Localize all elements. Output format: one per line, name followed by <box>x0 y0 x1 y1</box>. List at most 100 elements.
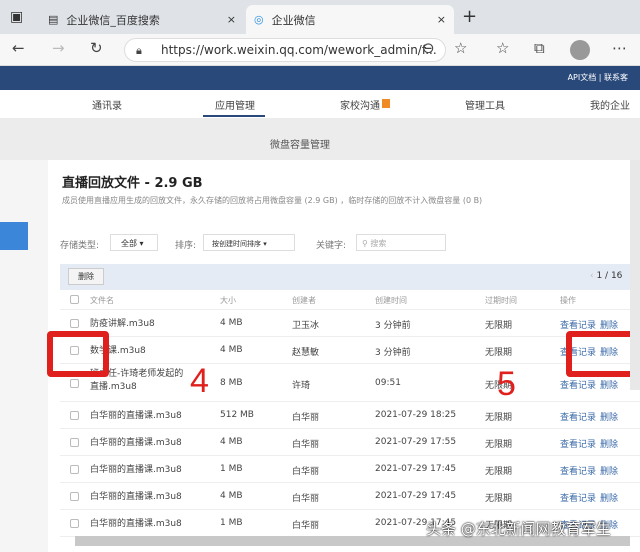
keyword-label: 关键字: <box>316 241 347 251</box>
new-tab-button[interactable]: + <box>462 6 477 27</box>
type-value: 全部 <box>121 239 137 248</box>
url-input[interactable]: https://work.weixin.qq.com/wework_admin/… <box>124 38 446 62</box>
delete-link[interactable]: 删除 <box>600 464 618 477</box>
sidebar-item-active[interactable] <box>0 222 28 250</box>
table-toolbar: 删除 ‹ 1 / 16 <box>60 264 640 290</box>
zoom-icon[interactable]: ⊖ <box>422 39 435 57</box>
column-header: 大小 <box>220 296 236 305</box>
creator: 白华丽 <box>292 413 320 423</box>
page-description: 成员使用直播应用生成的回放文件，永久存储的回放将占用微盘容量 (2.9 GB) … <box>62 196 483 205</box>
view-record-link[interactable]: 查看记录 <box>560 437 596 450</box>
created-time: 09:51 <box>375 377 401 388</box>
created-time: 3 分钟前 <box>375 348 411 358</box>
file-name: 白华丽的直播课.m3u8 <box>90 438 182 448</box>
table-row: 数学课.m3u8 4 MB 赵慧敏 3 分钟前 无限期 查看记录 删除 <box>60 337 640 364</box>
tab-title: 企业微信_百度搜索 <box>66 13 160 27</box>
delete-link[interactable]: 删除 <box>600 437 618 450</box>
nav-company[interactable]: 我的企业 <box>590 97 630 112</box>
nav-apps[interactable]: 应用管理 <box>215 97 255 112</box>
avatar[interactable] <box>570 40 590 60</box>
forward-icon[interactable]: → <box>52 39 65 57</box>
view-record-link[interactable]: 查看记录 <box>560 491 596 504</box>
type-select[interactable]: 全部 ▾ <box>110 234 158 251</box>
tab-wework[interactable]: ◎ 企业微信 × <box>246 5 454 34</box>
view-record-link[interactable]: 查看记录 <box>560 378 596 391</box>
creator: 赵慧敏 <box>292 348 320 358</box>
main-nav: 通讯录 应用管理 家校沟通 管理工具 我的企业 <box>0 90 640 118</box>
delete-link[interactable]: 删除 <box>600 410 618 423</box>
row-checkbox[interactable] <box>70 465 79 474</box>
header-links[interactable]: API文档 | 联系客 <box>568 73 628 82</box>
collections-icon[interactable]: ⧉ <box>534 39 545 57</box>
tab-title: 企业微信 <box>271 13 316 27</box>
expire-time: 无限期 <box>485 494 513 504</box>
table-row: 白华丽的直播课.m3u8 4 MB 白华丽 2021-07-29 17:45 无… <box>60 483 640 510</box>
creator: 许琦 <box>292 380 311 391</box>
delete-link[interactable]: 删除 <box>600 378 618 391</box>
column-header: 过期时间 <box>485 296 517 305</box>
vertical-scrollbar[interactable] <box>630 160 640 390</box>
row-checkbox[interactable] <box>70 519 79 528</box>
row-checkbox[interactable] <box>70 438 79 447</box>
table-row: 班主任-许琦老师发起的直播.m3u8 8 MB 许琦 09:51 无限期 查看记… <box>60 364 640 402</box>
row-checkbox[interactable] <box>70 378 79 388</box>
favorites-icon[interactable]: ☆ <box>496 39 509 57</box>
expire-time: 无限期 <box>485 321 513 331</box>
tab-baidu[interactable]: ▤ 企业微信_百度搜索 × <box>40 5 244 34</box>
highlight-box-actions <box>566 331 640 377</box>
annotation-5: 5 <box>497 365 516 403</box>
page-icon: ▤ <box>48 13 59 26</box>
expire-time: 无限期 <box>485 348 513 358</box>
table-row: 白华丽的直播课.m3u8 4 MB 白华丽 2021-07-29 17:55 无… <box>60 429 640 456</box>
file-name: 白华丽的直播课.m3u8 <box>90 465 182 475</box>
file-name: 防疫讲解.m3u8 <box>90 319 155 329</box>
batch-delete-button[interactable]: 删除 <box>68 268 104 285</box>
nav-tools[interactable]: 管理工具 <box>465 97 505 112</box>
view-record-link[interactable]: 查看记录 <box>560 410 596 423</box>
section-title: 微盘容量管理 <box>270 140 330 151</box>
expire-time: 无限期 <box>485 413 513 423</box>
top-header: API文档 | 联系客 <box>0 66 640 90</box>
creator: 白华丽 <box>292 494 320 504</box>
select-all-checkbox[interactable] <box>70 295 79 304</box>
file-size: 8 MB <box>220 377 243 388</box>
file-size: 4 MB <box>220 318 243 328</box>
sort-value: 按创建时间排序 <box>212 240 261 248</box>
creator: 卫玉冰 <box>292 321 320 331</box>
nav-school[interactable]: 家校沟通 <box>340 97 380 112</box>
more-icon[interactable]: ⋯ <box>612 39 627 57</box>
table-row: 防疫讲解.m3u8 4 MB 卫玉冰 3 分钟前 无限期 查看记录 删除 <box>60 310 640 337</box>
table-header: 文件名 大小 创建者 创建时间 过期时间 操作 <box>60 290 640 310</box>
highlight-box-checkbox <box>47 331 109 377</box>
refresh-icon[interactable]: ↻ <box>90 39 103 57</box>
file-size: 4 MB <box>220 437 243 447</box>
search-input[interactable]: ⚲ 搜索 <box>356 234 446 251</box>
favorite-add-icon[interactable]: ☆ <box>454 39 467 57</box>
delete-link[interactable]: 删除 <box>600 318 618 331</box>
search-placeholder: 搜索 <box>370 239 387 248</box>
column-header: 文件名 <box>90 296 114 305</box>
file-name: 白华丽的直播课.m3u8 <box>90 411 182 421</box>
lock-icon[interactable]: 🔒︎ <box>136 44 142 58</box>
creator: 白华丽 <box>292 521 320 531</box>
created-time: 2021-07-29 17:45 <box>375 491 457 501</box>
back-icon[interactable]: ← <box>12 39 25 57</box>
watermark: 头条 @东北新闻网教育军生 <box>426 520 611 538</box>
row-checkbox[interactable] <box>70 411 79 420</box>
row-checkbox[interactable] <box>70 492 79 501</box>
tab-bar: ▣ ▤ 企业微信_百度搜索 × ◎ 企业微信 × + <box>0 0 640 34</box>
tab-actions-icon[interactable]: ▣ <box>10 9 23 25</box>
nav-contacts[interactable]: 通讯录 <box>92 97 122 112</box>
column-header: 创建时间 <box>375 296 407 305</box>
sort-select[interactable]: 按创建时间排序 ▾ <box>203 234 295 251</box>
close-tab-icon[interactable]: × <box>227 13 236 26</box>
row-checkbox[interactable] <box>70 319 79 328</box>
view-record-link[interactable]: 查看记录 <box>560 318 596 331</box>
delete-link[interactable]: 删除 <box>600 491 618 504</box>
file-name: 白华丽的直播课.m3u8 <box>90 519 182 529</box>
close-tab-icon[interactable]: × <box>437 13 446 26</box>
created-time: 2021-07-29 18:25 <box>375 410 457 420</box>
page-indicator: 1 / 16 <box>596 271 623 281</box>
view-record-link[interactable]: 查看记录 <box>560 464 596 477</box>
pagination[interactable]: ‹ 1 / 16 <box>590 271 622 281</box>
